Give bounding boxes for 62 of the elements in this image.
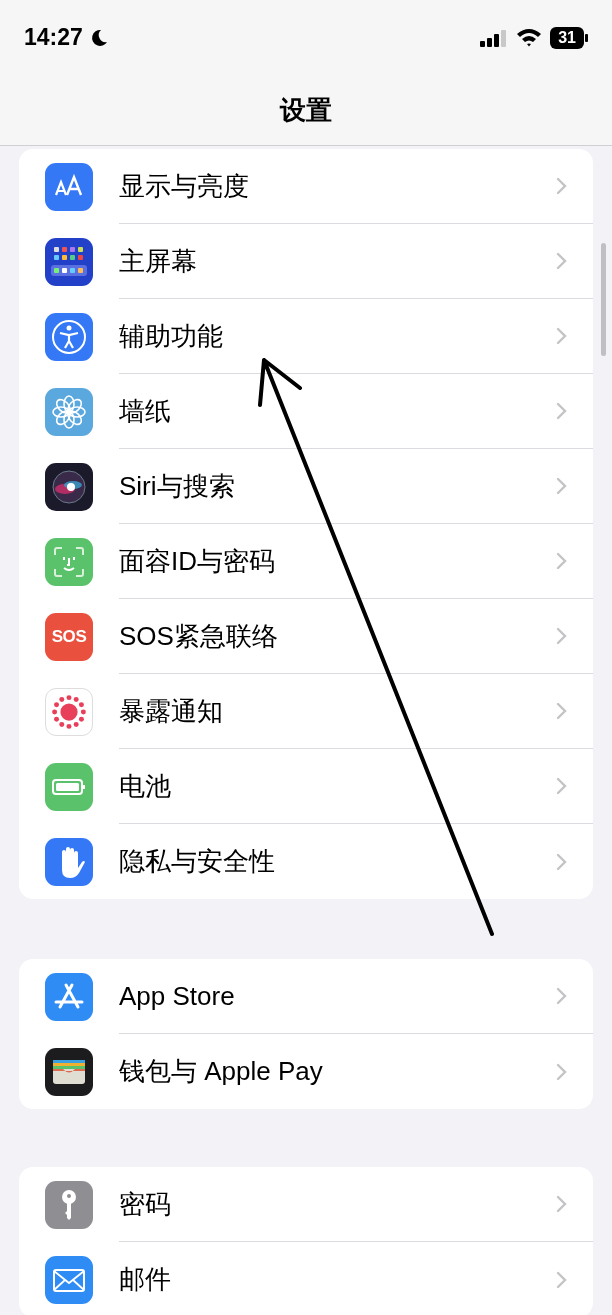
accessibility-icon (45, 312, 93, 361)
row-label: SOS紧急联络 (119, 619, 279, 653)
row-label: 钱包与 Apple Pay (119, 1055, 324, 1088)
settings-row[interactable]: Siri与搜索 (19, 449, 593, 524)
text-size-icon (45, 162, 93, 211)
chevron-icon (556, 177, 567, 195)
flower-icon (45, 387, 93, 436)
row-label: 暴露通知 (119, 694, 224, 728)
chevron-icon (556, 627, 567, 645)
settings-row[interactable]: 主屏幕 (19, 224, 593, 299)
chevron-icon (556, 1195, 567, 1213)
settings-row[interactable]: 显示与亮度 (19, 149, 593, 224)
chevron-icon (556, 702, 567, 720)
status-time: 14:27 (24, 23, 83, 53)
settings-row[interactable]: 墙纸 (19, 374, 593, 449)
row-label: 墙纸 (119, 394, 172, 428)
chevron-icon (556, 552, 567, 570)
chevron-icon (556, 402, 567, 420)
chevron-icon (556, 252, 567, 270)
key-icon (45, 1180, 93, 1229)
chevron-icon (556, 327, 567, 345)
row-label: 隐私与安全性 (119, 845, 276, 878)
settings-row[interactable]: 邮件 (19, 1242, 593, 1315)
settings-row[interactable]: SOS SOS紧急联络 (19, 599, 593, 674)
sos-icon: SOS (45, 612, 93, 661)
app-grid-icon (45, 237, 93, 286)
envelope-icon (45, 1255, 93, 1304)
row-label: 辅助功能 (119, 319, 224, 353)
row-label: Siri与搜索 (119, 469, 236, 503)
settings-row[interactable]: 隐私与安全性 (19, 824, 593, 899)
battery-level: 31 (550, 26, 584, 49)
chevron-icon (556, 1270, 567, 1289)
battery-icon (45, 762, 93, 811)
chevron-icon (556, 777, 567, 795)
row-label: 密码 (119, 1187, 172, 1221)
chevron-icon (556, 477, 567, 495)
settings-row[interactable]: 面容ID与密码 (19, 524, 593, 599)
settings-row[interactable]: 暴露通知 (19, 674, 593, 749)
dots-ring-icon (45, 687, 93, 736)
hand-icon (45, 837, 93, 886)
row-label: App Store (119, 979, 236, 1013)
page-title: 设置 (280, 93, 332, 127)
row-label: 显示与亮度 (119, 169, 250, 203)
settings-row[interactable]: 密码 (19, 1167, 593, 1242)
wifi-icon (516, 28, 543, 47)
battery-cap-icon (584, 33, 588, 42)
row-label: 面容ID与密码 (119, 544, 276, 578)
row-label: 电池 (119, 769, 172, 803)
settings-row[interactable]: App Store (19, 959, 593, 1034)
wallet-icon (45, 1047, 93, 1096)
orb-icon (45, 462, 93, 511)
settings-row[interactable]: 钱包与 Apple Pay (19, 1034, 593, 1109)
face-icon (45, 537, 93, 586)
app-store-icon (45, 972, 93, 1021)
row-label: 邮件 (119, 1263, 172, 1296)
signal-icon (480, 28, 509, 47)
settings-row[interactable]: 电池 (19, 749, 593, 824)
chevron-icon (556, 987, 567, 1005)
row-label: 主屏幕 (119, 244, 198, 278)
chevron-icon (556, 1062, 567, 1081)
settings-row[interactable]: 辅助功能 (19, 299, 593, 374)
chevron-icon (556, 852, 567, 871)
